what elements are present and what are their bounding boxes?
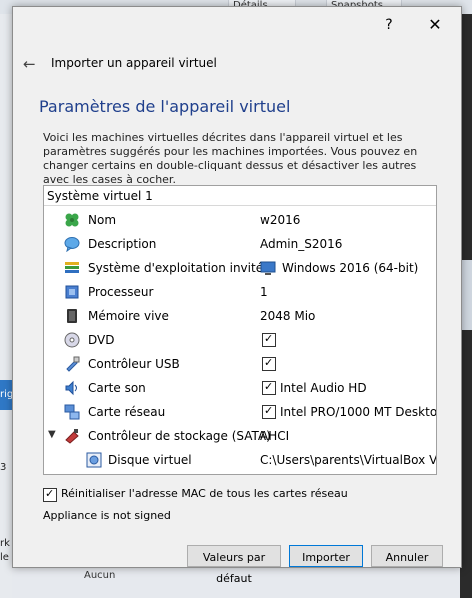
virtual-system-header[interactable]: Système virtuel 1 — [44, 186, 436, 206]
back-arrow-icon[interactable]: ← — [23, 55, 36, 73]
row-label: Processeur — [88, 285, 154, 299]
speech-bubble-icon — [64, 237, 80, 252]
row-label: DVD — [88, 333, 115, 347]
row-value[interactable]: Windows 2016 (64-bit) — [282, 261, 418, 275]
tree-row-sound[interactable]: Carte son ✓ Intel Audio HD — [44, 376, 436, 400]
row-label: Contrôleur USB — [88, 357, 180, 371]
network-icon — [64, 404, 80, 420]
tree-row-description[interactable]: Description Admin_S2016 — [44, 232, 436, 256]
import-appliance-dialog: ? ✕ ← Importer un appareil virtuel Param… — [12, 6, 462, 585]
row-label: Disque virtuel — [108, 453, 192, 467]
tree-row-storage-controller[interactable]: ▼ Contrôleur de stockage (SATA) AHCI — [44, 424, 436, 448]
mac-reset-label[interactable]: Réinitialiser l'adresse MAC de tous les … — [61, 487, 348, 500]
clover-icon — [65, 213, 79, 227]
row-value[interactable]: Admin_S2016 — [260, 237, 436, 251]
row-label: Nom — [88, 213, 117, 227]
appliance-settings-tree[interactable]: Système virtuel 1 Nom w2016 Description … — [43, 185, 437, 475]
row-label: Contrôleur de stockage (SATA) — [88, 429, 271, 443]
row-value[interactable]: w2016 — [260, 213, 436, 227]
row-label: Mémoire vive — [88, 309, 169, 323]
tree-row-usb[interactable]: Contrôleur USB ✓ — [44, 352, 436, 376]
tree-row-network[interactable]: Carte réseau ✓ Intel PRO/1000 MT Desktop… — [44, 400, 436, 424]
row-value[interactable]: AHCI — [260, 429, 436, 443]
manager-bottom-text: Aucun — [84, 570, 116, 581]
row-label: Carte réseau — [88, 405, 166, 419]
manager-left-text: 3 — [0, 462, 7, 473]
chevron-down-icon[interactable]: ▼ — [48, 429, 56, 440]
row-value[interactable]: C:\Users\parents\VirtualBox VM... — [260, 453, 436, 467]
wizard-title: Importer un appareil virtuel — [51, 56, 217, 70]
signature-status: Appliance is not signed — [43, 509, 171, 522]
cancel-button[interactable]: Annuler — [371, 545, 443, 567]
tree-row-guest-os[interactable]: Système d'exploitation invité Windows 20… — [44, 256, 436, 280]
disk-icon — [86, 452, 102, 468]
os-stack-icon — [65, 262, 79, 273]
tree-row-processor[interactable]: Processeur 1 — [44, 280, 436, 304]
network-checkbox[interactable]: ✓ — [262, 404, 276, 419]
manager-sidebar — [0, 14, 12, 598]
row-label: Description — [88, 237, 157, 251]
speaker-icon — [65, 380, 77, 396]
page-title: Paramètres de l'appareil virtuel — [39, 97, 291, 116]
windows-os-icon — [260, 261, 276, 275]
help-button[interactable]: ? — [377, 15, 401, 35]
usb-checkbox[interactable]: ✓ — [262, 356, 276, 371]
sound-checkbox[interactable]: ✓ — [262, 380, 276, 395]
row-label: Carte son — [88, 381, 146, 395]
mac-reset-checkbox[interactable]: ✓ — [43, 487, 57, 502]
row-value[interactable]: Intel Audio HD — [280, 381, 436, 395]
dvd-checkbox[interactable]: ✓ — [262, 332, 276, 347]
tree-row-virtual-disk[interactable]: Disque virtuel C:\Users\parents\VirtualB… — [44, 448, 436, 472]
dvd-icon — [64, 332, 80, 348]
tree-row-dvd[interactable]: DVD ✓ — [44, 328, 436, 352]
row-value[interactable]: 2048 Mio — [260, 309, 436, 323]
row-value[interactable]: Intel PRO/1000 MT Desktop (... — [280, 405, 436, 419]
cpu-icon — [65, 285, 79, 299]
row-value[interactable]: 1 — [260, 285, 436, 299]
tree-row-name[interactable]: Nom w2016 — [44, 208, 436, 232]
manager-left-text: le — [0, 552, 9, 563]
close-button[interactable]: ✕ — [423, 15, 447, 35]
manager-left-text: rk — [0, 538, 10, 549]
row-label: Système d'exploitation invité — [88, 261, 264, 275]
storage-icon — [65, 429, 79, 444]
restore-defaults-button[interactable]: Valeurs par défaut — [187, 545, 281, 585]
memory-chip-icon — [67, 309, 77, 323]
manager-left-button[interactable]: rig — [0, 380, 12, 410]
tree-row-memory[interactable]: Mémoire vive 2048 Mio — [44, 304, 436, 328]
usb-icon — [66, 356, 80, 372]
page-description: Voici les machines virtuelles décrites d… — [43, 131, 418, 186]
import-button[interactable]: Importer — [289, 545, 363, 567]
